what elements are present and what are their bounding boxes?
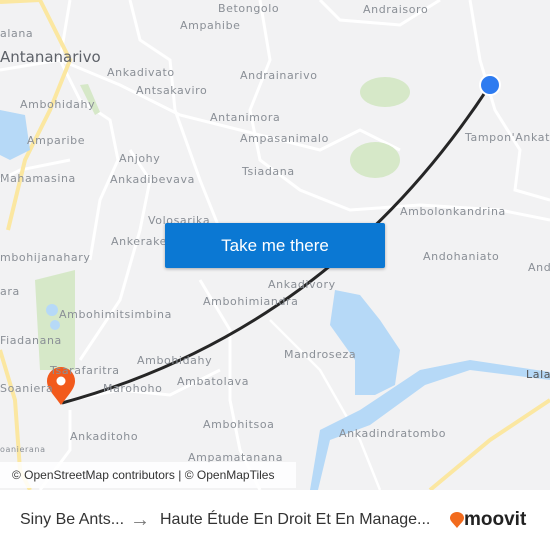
destination-name: Haute Étude En Droit Et En Manage... [160, 511, 431, 528]
place-label: Anjohy [119, 152, 161, 165]
place-label: Ambohidahy [20, 98, 96, 111]
place-label: Ambohimitsimbina [59, 308, 172, 321]
moovit-pin-icon [450, 512, 464, 528]
place-label: Mahamasina [0, 172, 76, 185]
place-label: Ankadivory [268, 278, 336, 291]
place-label: Fiadanana [0, 334, 62, 347]
place-label: ara [0, 285, 20, 298]
place-label: oanierana [0, 445, 46, 454]
place-label: Soaniera [0, 382, 54, 395]
place-label: Betongolo [218, 2, 280, 15]
place-label: alana [0, 27, 34, 40]
city-label: Antananarivo [0, 48, 101, 66]
place-label: Amparibe [27, 134, 86, 147]
map[interactable]: Betongolo Ampahibe Andraisoro alana Anta… [0, 0, 550, 490]
place-label: Ambohitsoa [203, 418, 275, 431]
place-label: Tampon'Ankat [465, 131, 550, 144]
route-footer: Siny Be Ants... → Haute Étude En Droit E… [0, 490, 550, 550]
place-label: Ankerake [111, 235, 168, 248]
place-label: Antsakaviro [136, 84, 208, 97]
place-label: Ambohidahy [137, 354, 213, 367]
place-label: Marohoho [103, 382, 163, 395]
place-label: Andrainarivo [240, 69, 318, 82]
place-label: Ankadibevava [110, 173, 195, 186]
place-label: Ampasanimalo [240, 132, 329, 145]
origin-name: Siny Be Ants... [20, 511, 125, 528]
map-attribution[interactable]: © OpenStreetMap contributors | © OpenMap… [0, 462, 296, 488]
take-me-there-button[interactable]: Take me there [165, 223, 385, 268]
place-label: Ambohimiandra [203, 295, 299, 308]
brand-name: moovit [464, 509, 527, 530]
moovit-logo: moovit [450, 509, 526, 531]
place-label: mbohijanahary [0, 251, 91, 264]
place-label: Andohaniato [423, 250, 500, 263]
place-label: Ankaditoho [70, 430, 139, 443]
place-label: Antanimora [210, 111, 281, 124]
place-label: Mandroseza [284, 348, 357, 361]
place-label: Ampahibe [180, 19, 241, 32]
place-label: Ambolonkandrina [400, 205, 506, 218]
place-label: Ambatolava [177, 375, 250, 388]
place-label: Tsarafaritra [50, 364, 120, 377]
place-label: Tsiadana [242, 165, 295, 178]
place-label: Andraisoro [363, 3, 429, 16]
arrow-right-icon: → [130, 508, 150, 531]
place-label: Ankadivato [107, 66, 175, 79]
road-label: Lalav [526, 368, 550, 381]
place-label: Ankadindratombo [339, 427, 447, 440]
origin-marker[interactable] [479, 74, 501, 96]
place-label: And [528, 261, 550, 274]
